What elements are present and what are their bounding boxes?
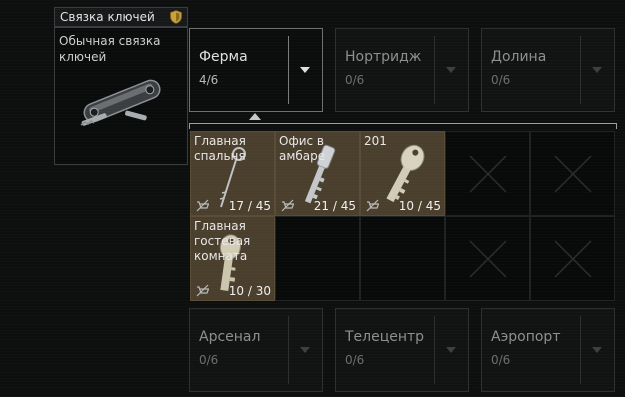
slot-divider <box>434 316 435 384</box>
slot-count: 4/6 <box>199 73 219 87</box>
chevron-down-icon[interactable] <box>592 347 602 353</box>
slot-divider <box>288 316 289 384</box>
no-trade-icon <box>196 284 209 297</box>
item-header: Связка ключей <box>54 7 188 27</box>
slot-title: Арсенал <box>199 329 261 345</box>
slot-title: Нортридж <box>345 49 422 65</box>
slot-divider <box>580 316 581 384</box>
key-label: Главная гостевая комната <box>194 219 251 263</box>
item-card[interactable]: Обычная связка ключей <box>54 27 188 165</box>
key-slot-201[interactable]: 201 10 / 45 <box>360 131 445 216</box>
slot-title: Телецентр <box>345 329 425 345</box>
slot-valley-dropdown[interactable]: Долина 0/6 <box>481 28 615 112</box>
slot-tv-station-dropdown[interactable]: Телецентр 0/6 <box>335 308 469 392</box>
keychain-icon <box>80 79 161 126</box>
key-grid: Главная спальня 17 / 45 Офис в амбаре 21… <box>189 130 619 302</box>
slot-count: 0/6 <box>491 73 511 87</box>
empty-slot-x-icon <box>469 240 507 278</box>
no-trade-icon <box>366 199 379 212</box>
empty-key-slot[interactable] <box>445 131 530 216</box>
chevron-down-icon[interactable] <box>592 67 602 73</box>
key-slot-barn-office[interactable]: Офис в амбаре 21 / 45 <box>275 131 360 216</box>
slot-count: 0/6 <box>199 353 219 367</box>
key-uses: 10 / 30 <box>228 284 271 298</box>
slot-divider <box>434 36 435 104</box>
no-trade-icon <box>281 199 294 212</box>
slot-armory-dropdown[interactable]: Арсенал 0/6 <box>189 308 323 392</box>
empty-key-slot[interactable] <box>275 216 360 301</box>
slot-count: 0/6 <box>491 353 511 367</box>
empty-key-slot[interactable] <box>360 216 445 301</box>
key-uses: 21 / 45 <box>313 199 356 213</box>
key-slot-master-bedroom[interactable]: Главная спальня 17 / 45 <box>190 131 275 216</box>
key-uses: 10 / 45 <box>398 199 441 213</box>
slot-northridge-dropdown[interactable]: Нортридж 0/6 <box>335 28 469 112</box>
slot-contents-bracket <box>189 123 617 129</box>
chevron-down-icon[interactable] <box>446 347 456 353</box>
chevron-down-icon[interactable] <box>300 67 310 73</box>
slot-airport-dropdown[interactable]: Аэропорт 0/6 <box>481 308 615 392</box>
key-label: Офис в амбаре <box>279 134 326 163</box>
empty-key-slot[interactable] <box>530 216 615 301</box>
key-slot-master-guest-room[interactable]: Главная гостевая комната 10 / 30 <box>190 216 275 301</box>
empty-key-slot[interactable] <box>445 216 530 301</box>
chevron-down-icon[interactable] <box>446 67 456 73</box>
empty-slot-x-icon <box>469 155 507 193</box>
slot-title: Долина <box>491 49 547 65</box>
empty-slot-x-icon <box>554 240 592 278</box>
item-header-title: Связка ключей <box>60 10 155 24</box>
slot-farm-dropdown[interactable]: Ферма 4/6 <box>189 28 323 112</box>
slot-divider <box>288 36 289 104</box>
no-trade-icon <box>196 199 209 212</box>
chevron-down-icon[interactable] <box>300 347 310 353</box>
slot-count: 0/6 <box>345 353 365 367</box>
key-label: Главная спальня <box>194 134 246 163</box>
key-uses: 17 / 45 <box>228 199 271 213</box>
slot-count: 0/6 <box>345 73 365 87</box>
item-name: Обычная связка ключей <box>59 34 161 64</box>
slot-divider <box>580 36 581 104</box>
slot-title: Аэропорт <box>491 329 561 345</box>
empty-key-slot[interactable] <box>530 131 615 216</box>
slot-title: Ферма <box>199 49 248 65</box>
key-label: 201 <box>364 134 387 148</box>
shield-icon <box>170 10 182 24</box>
active-slot-pointer <box>249 113 261 120</box>
empty-slot-x-icon <box>554 155 592 193</box>
